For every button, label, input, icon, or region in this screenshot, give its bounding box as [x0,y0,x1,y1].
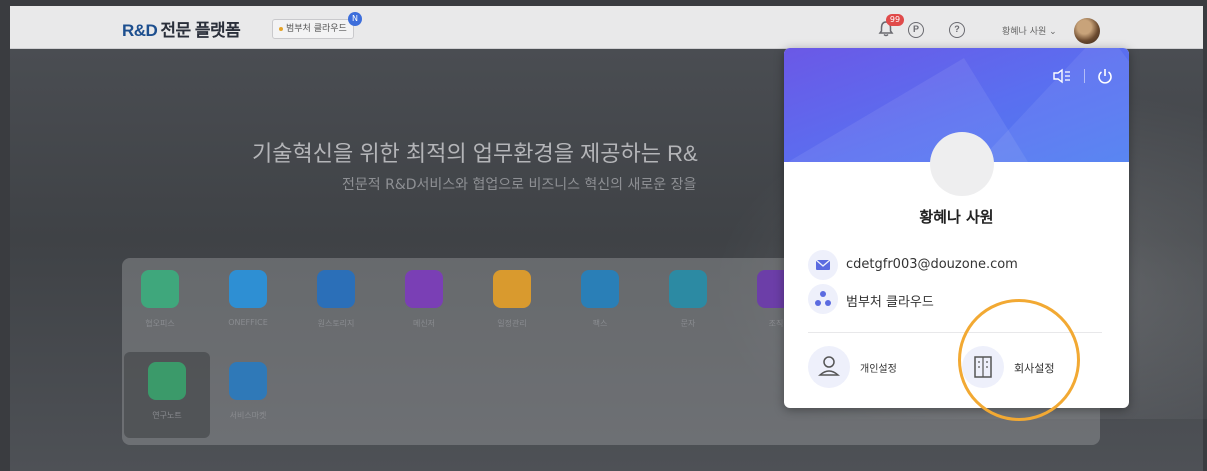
company-selector[interactable]: 범부처 클라우드 [272,19,354,39]
app-label: ONEFFICE [228,318,268,327]
organization-text: 범부처 클라우드 [846,295,934,310]
app-label: 원스토리지 [317,319,355,328]
cloud-office-icon [141,270,179,308]
header-divider [1083,69,1085,83]
dot-icon [279,26,283,31]
fax-icon [581,270,619,308]
chevron-down-icon: ⌄ [1046,27,1057,37]
power-icon[interactable] [1097,68,1113,84]
mail-icon [808,250,838,280]
help-icon[interactable]: ? [949,22,965,38]
app-fax[interactable]: 팩스 [568,270,632,329]
app-label: 일정관리 [497,319,527,328]
brand-logo[interactable]: R&D 전문 플랫폼 [122,16,241,41]
app-sms[interactable]: 문자 [656,270,720,329]
app-label: 서비스마켓 [229,411,267,420]
service-market-icon [229,362,267,400]
personal-settings-label: 개인설정 [860,364,897,375]
avatar[interactable] [1074,18,1100,44]
app-onefice[interactable]: ONEFFICE [216,270,280,327]
app-messenger[interactable]: 메신저 [392,270,456,329]
hero-subtitle: 전문적 R&D서비스와 협업으로 비즈니스 혁신의 새로운 장을 [342,177,697,193]
organization-icon [808,284,838,314]
new-badge: N [348,12,362,26]
user-menu-label[interactable]: 황혜나 사원 ⌄ [1002,24,1057,37]
user-icon [808,346,850,388]
top-bar: R&D 전문 플랫폼 범부처 클라우드 N 99 P ? 황혜나 사원 ⌄ [10,6,1203,49]
notification-count-badge: 99 [886,14,904,26]
point-icon[interactable]: P [908,22,924,38]
speaker-icon[interactable] [1053,68,1071,84]
user-name-text: 황혜나 사원 [1002,27,1047,37]
personal-settings-button[interactable]: 개인설정 [808,346,948,390]
app-label: 협오피스 [145,319,175,328]
profile-name: 황혜나 사원 [919,208,994,226]
profile-avatar[interactable] [930,132,994,196]
research-note-icon [148,362,186,400]
header-actions [1053,68,1113,84]
brand-latin: R&D [122,21,158,40]
page: 기술혁신을 위한 최적의 업무환경을 제공하는 R& 전문적 R&D서비스와 협… [0,0,1207,471]
app-schedule[interactable]: 일정관리 [480,270,544,329]
oneffice-icon [229,270,267,308]
email-text: cdetgfr003@douzone.com [846,257,1018,272]
storage-icon [317,270,355,308]
app-label: 팩스 [592,319,608,328]
app-label: 문자 [680,319,696,328]
calendar-icon [493,270,531,308]
highlight-ring [958,299,1080,421]
app-label: 연구노트 [152,411,182,420]
brand-korean: 전문 플랫폼 [160,21,241,40]
app-research-note[interactable]: 연구노트 [124,352,210,438]
app-cloud-office[interactable]: 협오피스 [128,270,192,329]
app-label: 메신저 [412,319,436,328]
hero-title: 기술혁신을 위한 최적의 업무환경을 제공하는 R& [252,141,698,166]
app-service-market[interactable]: 서비스마켓 [216,362,280,421]
sms-icon [669,270,707,308]
company-name: 범부처 클라우드 [286,24,347,34]
app-one-storage[interactable]: 원스토리지 [304,270,368,329]
messenger-icon [405,270,443,308]
